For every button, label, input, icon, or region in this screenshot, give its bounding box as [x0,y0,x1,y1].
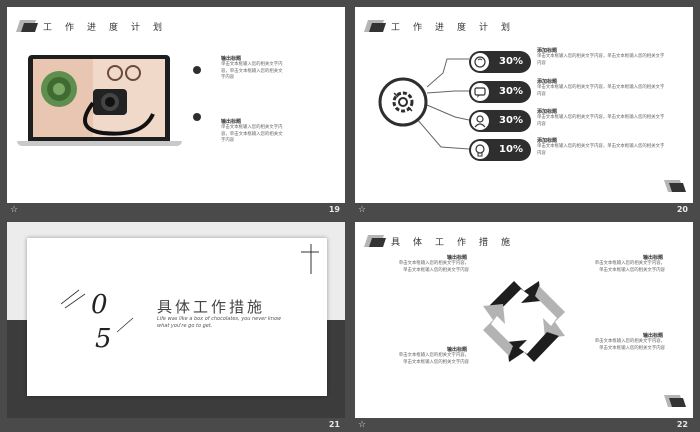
section-title: 具体工作措施 [157,298,266,316]
percent-pill: 30% [469,81,531,103]
cycle-arrows-icon [483,281,565,362]
slide-footer: ☆ 20 [355,203,693,217]
item-title: 添加标题 [537,79,558,85]
gear-icon [392,91,414,113]
item-text: 单击文本框输入您的相关文字内容，单击文本框输入您的相关文字内容 [537,54,665,66]
slide-22[interactable]: 具体工作措施 输出标题 单击文本框输入您的相关文字内容，单击文本框输入您的相关文… [355,222,693,418]
item-text: 单击文本框输入您的相关文字内容，单击文本框输入您的相关文字内容 [537,85,665,97]
item-title: 添加标题 [537,138,558,144]
timeline-dot [193,113,201,121]
slide-number: 19 [328,205,340,214]
header-parallelogram-icon [364,235,386,247]
corner-parallelogram-icon [664,180,686,192]
item-title: 添加标题 [537,109,558,115]
item-text: 单击文本框输入您的相关文字内容，单击文本框输入您的相关文字内容 [594,339,665,351]
photo-camera-succulent [33,59,165,137]
percent-value: 30% [499,56,523,67]
item-title: 添加标题 [537,48,558,54]
slide-footer: ☆ 19 [7,203,345,217]
person-icon [471,112,489,130]
slide-footer: ☆ 22 [355,418,693,432]
header-parallelogram-icon [16,20,38,32]
item-text: 单击文本框输入您的相关文字内容，单击文本框输入您的相关文字内容 [221,125,283,144]
slide-footer: 21 [7,418,345,432]
percent-value: 30% [499,115,523,126]
timeline-dot [193,66,201,74]
slide-star-icon[interactable]: ☆ [358,418,366,432]
chat-icon [471,83,489,101]
percent-pill: 30% [469,51,531,73]
slide-number: 22 [676,420,688,429]
slide-20[interactable]: 工作进度计划 30% 30% 30% 10% 添加标题 单击文本框输入您的相关文… [355,7,693,203]
item-title: 输出标题 [221,119,242,125]
slide-title: 工作进度计划 [43,23,176,33]
slide-star-icon[interactable]: ☆ [10,203,18,217]
slide-21[interactable]: 0 5 具体工作措施 Life was like a box of chocol… [7,222,345,418]
item-text: 单击文本框输入您的相关文字内容，单击文本框输入您的相关文字内容 [537,144,665,156]
percent-value: 10% [499,144,523,155]
slide-number: 21 [328,420,340,429]
item-title: 输出标题 [643,255,664,261]
laptop-image [17,55,182,147]
item-text: 单击文本框输入您的相关文字内容，单击文本框输入您的相关文字内容 [398,353,469,365]
item-text: 单击文本框输入您的相关文字内容，单击文本框输入您的相关文字内容 [594,261,665,273]
slide-title: 具体工作措施 [391,238,524,248]
brain-icon [471,53,489,71]
percent-pill: 30% [469,110,531,132]
slide-19[interactable]: 工作进度计划 输出标题 单击文本框输入您的相关文字内容，单击文本框输入您的相关文… [7,7,345,203]
percent-pill: 10% [469,139,531,161]
item-text: 单击文本框输入您的相关文字内容，单击文本框输入您的相关文字内容 [221,62,283,81]
item-title: 输出标题 [447,347,468,353]
corner-parallelogram-icon [664,395,686,407]
section-number-digit: 0 [91,290,108,320]
lightbulb-icon [471,141,489,159]
item-text: 单击文本框输入您的相关文字内容，单击文本框输入您的相关文字内容 [537,115,665,127]
item-text: 单击文本框输入您的相关文字内容，单击文本框输入您的相关文字内容 [398,261,469,273]
item-title: 输出标题 [643,333,664,339]
slide-number: 20 [676,205,688,214]
item-title: 输出标题 [447,255,468,261]
percent-value: 30% [499,86,523,97]
section-number-digit: 5 [95,324,112,354]
section-subtitle: Life was like a box of chocolates, you n… [157,316,282,329]
item-title: 输出标题 [221,56,242,62]
slide-star-icon[interactable]: ☆ [358,203,366,217]
